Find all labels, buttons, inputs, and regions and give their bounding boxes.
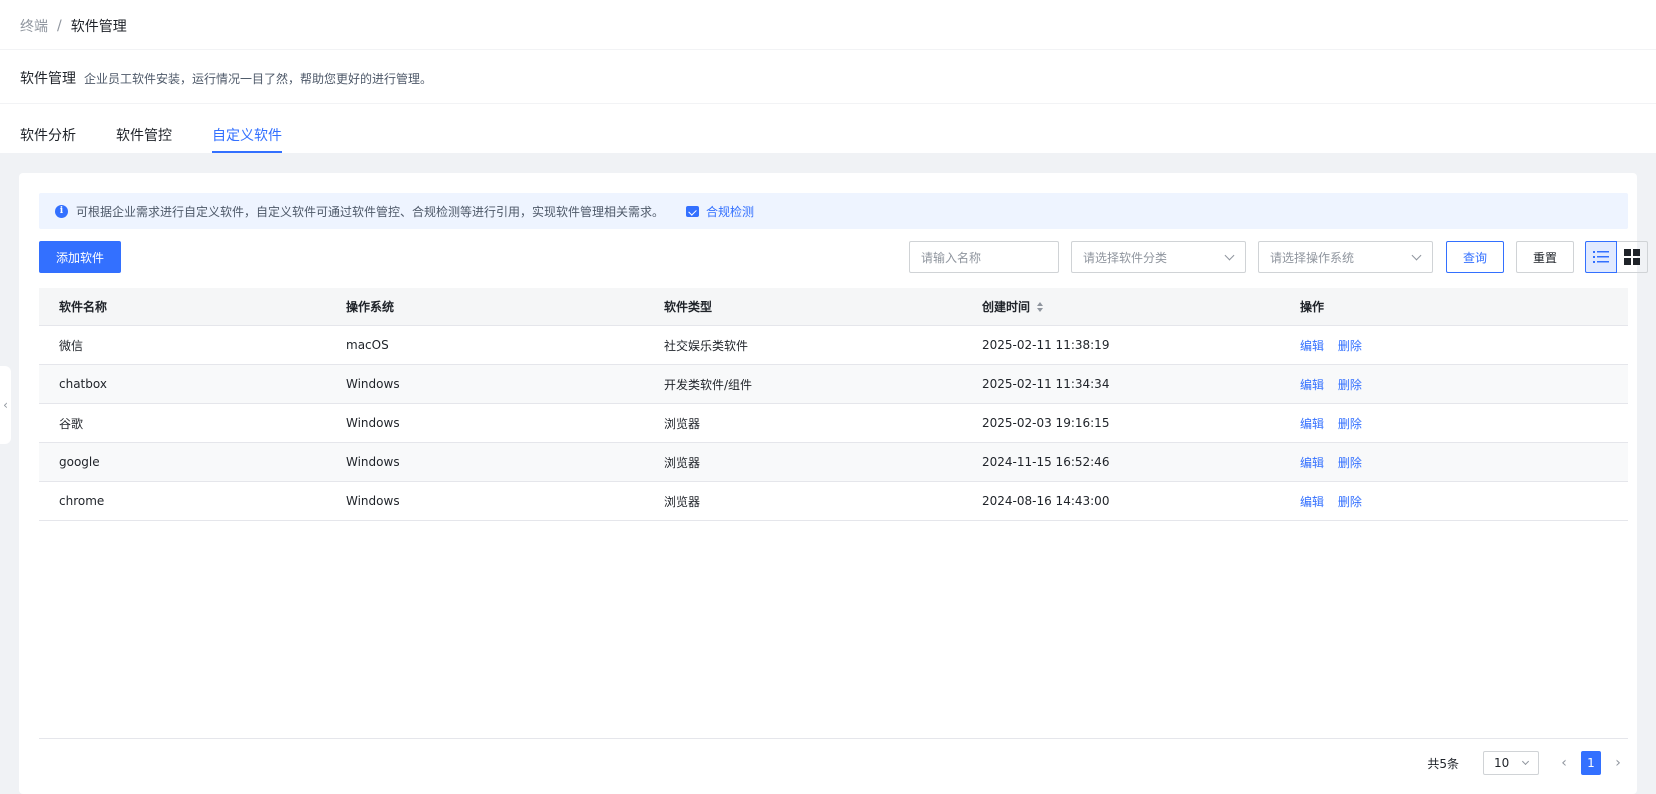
delete-button[interactable]: 删除 — [1338, 378, 1362, 392]
sort-icon[interactable] — [1037, 301, 1044, 312]
table-row: 微信 macOS 社交娱乐类软件 2025-02-11 11:38:19 编辑 … — [39, 326, 1628, 365]
reset-button[interactable]: 重置 — [1516, 241, 1574, 273]
page-title: 软件管理 — [20, 71, 76, 87]
os-select-placeholder: 请选择操作系统 — [1270, 250, 1355, 265]
add-software-button[interactable]: 添加软件 — [39, 241, 121, 273]
cell-os: Windows — [346, 416, 400, 430]
info-alert: i 可根据企业需求进行自定义软件，自定义软件可通过软件管控、合规检测等进行引用，… — [39, 193, 1628, 229]
cell-name: 微信 — [59, 338, 84, 353]
table-row: chrome Windows 浏览器 2024-08-16 14:43:00 编… — [39, 482, 1628, 521]
tab-software-control[interactable]: 软件管控 — [116, 112, 172, 153]
edit-button[interactable]: 编辑 — [1300, 378, 1324, 392]
compliance-check-link[interactable]: 合规检测 — [686, 203, 754, 220]
category-select[interactable]: 请选择软件分类 — [1071, 241, 1246, 273]
cell-os: Windows — [346, 494, 400, 508]
divider — [0, 103, 1656, 104]
view-toggle — [1585, 241, 1648, 273]
tab-software-analysis[interactable]: 软件分析 — [20, 112, 76, 153]
tab-custom-software[interactable]: 自定义软件 — [212, 112, 282, 153]
category-select-placeholder: 请选择软件分类 — [1083, 250, 1168, 265]
cell-type: 浏览器 — [664, 455, 701, 470]
total-count: 共5条 — [1427, 756, 1459, 771]
cell-name: 谷歌 — [59, 416, 84, 431]
cell-actions: 编辑 删除 — [1300, 493, 1628, 510]
grid-view-button[interactable] — [1617, 242, 1647, 272]
chevron-left-icon: ‹ — [3, 398, 8, 412]
name-search-placeholder: 请输入名称 — [921, 250, 982, 265]
breadcrumb-separator: / — [57, 18, 62, 34]
page-description: 软件管理 企业员工软件安装，运行情况一目了然，帮助您更好的进行管理。 — [20, 68, 432, 88]
column-header-type: 软件类型 — [664, 300, 713, 314]
column-header-actions: 操作 — [1300, 300, 1325, 314]
edit-button[interactable]: 编辑 — [1300, 495, 1324, 509]
page-size-select[interactable]: 10 — [1483, 751, 1539, 775]
cell-actions: 编辑 删除 — [1300, 337, 1628, 354]
column-header-os: 操作系统 — [346, 300, 395, 314]
page-subtitle: 企业员工软件安装，运行情况一目了然，帮助您更好的进行管理。 — [84, 72, 433, 86]
grid-view-icon — [1623, 249, 1640, 265]
breadcrumb: 终端 / 软件管理 — [20, 16, 127, 36]
cell-type: 浏览器 — [664, 494, 701, 509]
content-card: i 可根据企业需求进行自定义软件，自定义软件可通过软件管控、合规检测等进行引用，… — [19, 173, 1648, 794]
divider — [39, 738, 1628, 739]
next-page-button[interactable]: › — [1607, 751, 1629, 775]
cell-created: 2025-02-03 19:16:15 — [982, 416, 1110, 430]
chevron-down-icon — [1411, 250, 1422, 261]
delete-button[interactable]: 删除 — [1338, 339, 1362, 353]
name-search-input[interactable]: 请输入名称 — [909, 241, 1059, 273]
cell-type: 开发类软件/组件 — [664, 377, 753, 392]
query-button[interactable]: 查询 — [1446, 241, 1504, 273]
sidebar-collapse-handle[interactable]: ‹ — [0, 366, 11, 444]
breadcrumb-current: 软件管理 — [70, 19, 127, 35]
delete-button[interactable]: 删除 — [1338, 417, 1362, 431]
cell-created: 2024-08-16 14:43:00 — [982, 494, 1110, 508]
cell-created: 2024-11-15 16:52:46 — [982, 455, 1110, 469]
cell-type: 浏览器 — [664, 416, 701, 431]
compliance-check-label: 合规检测 — [706, 204, 755, 219]
toolbar: 添加软件 请输入名称 请选择软件分类 请选择操作系统 查询 重置 — [39, 241, 1648, 275]
page-size-value: 10 — [1494, 756, 1510, 770]
delete-button[interactable]: 删除 — [1338, 456, 1362, 470]
column-header-created-label: 创建时间 — [982, 300, 1031, 314]
cell-actions: 编辑 删除 — [1300, 415, 1628, 432]
column-header-created[interactable]: 创建时间 — [982, 298, 1300, 315]
link-icon — [686, 205, 700, 217]
cell-os: macOS — [346, 338, 389, 352]
breadcrumb-parent[interactable]: 终端 — [20, 16, 48, 36]
info-icon: i — [55, 204, 68, 218]
prev-page-button[interactable]: ‹ — [1553, 751, 1575, 775]
cell-name: chatbox — [59, 377, 107, 391]
chevron-down-icon — [1521, 757, 1530, 766]
table-row: google Windows 浏览器 2024-11-15 16:52:46 编… — [39, 443, 1628, 482]
list-view-button[interactable] — [1585, 241, 1617, 273]
cell-created: 2025-02-11 11:34:34 — [982, 377, 1110, 391]
chevron-down-icon — [1224, 250, 1235, 261]
page-header: 终端 / 软件管理 软件管理 企业员工软件安装，运行情况一目了然，帮助您更好的进… — [0, 0, 1656, 153]
table-header: 软件名称 操作系统 软件类型 创建时间 操作 — [39, 288, 1628, 326]
cell-os: Windows — [346, 455, 400, 469]
column-header-name: 软件名称 — [59, 300, 108, 314]
tab-bar: 软件分析 软件管控 自定义软件 — [20, 112, 322, 153]
edit-button[interactable]: 编辑 — [1300, 417, 1324, 431]
os-select[interactable]: 请选择操作系统 — [1258, 241, 1433, 273]
cell-name: google — [59, 455, 100, 469]
alert-text: 可根据企业需求进行自定义软件，自定义软件可通过软件管控、合规检测等进行引用，实现… — [76, 204, 665, 219]
page-number-button[interactable]: 1 — [1581, 751, 1601, 775]
cell-name: chrome — [59, 494, 105, 508]
divider — [0, 49, 1656, 50]
cell-actions: 编辑 删除 — [1300, 376, 1628, 393]
table-row: chatbox Windows 开发类软件/组件 2025-02-11 11:3… — [39, 365, 1628, 404]
list-view-icon — [1592, 251, 1609, 263]
pagination: 共5条 10 ‹ 1 › — [1427, 749, 1629, 777]
delete-button[interactable]: 删除 — [1338, 495, 1362, 509]
table-row: 谷歌 Windows 浏览器 2025-02-03 19:16:15 编辑 删除 — [39, 404, 1628, 443]
software-table: 软件名称 操作系统 软件类型 创建时间 操作 微信 macOS 社交娱乐类软件 … — [39, 288, 1628, 521]
cell-os: Windows — [346, 377, 400, 391]
edit-button[interactable]: 编辑 — [1300, 339, 1324, 353]
cell-actions: 编辑 删除 — [1300, 454, 1628, 471]
edit-button[interactable]: 编辑 — [1300, 456, 1324, 470]
cell-created: 2025-02-11 11:38:19 — [982, 338, 1110, 352]
cell-type: 社交娱乐类软件 — [664, 338, 749, 353]
